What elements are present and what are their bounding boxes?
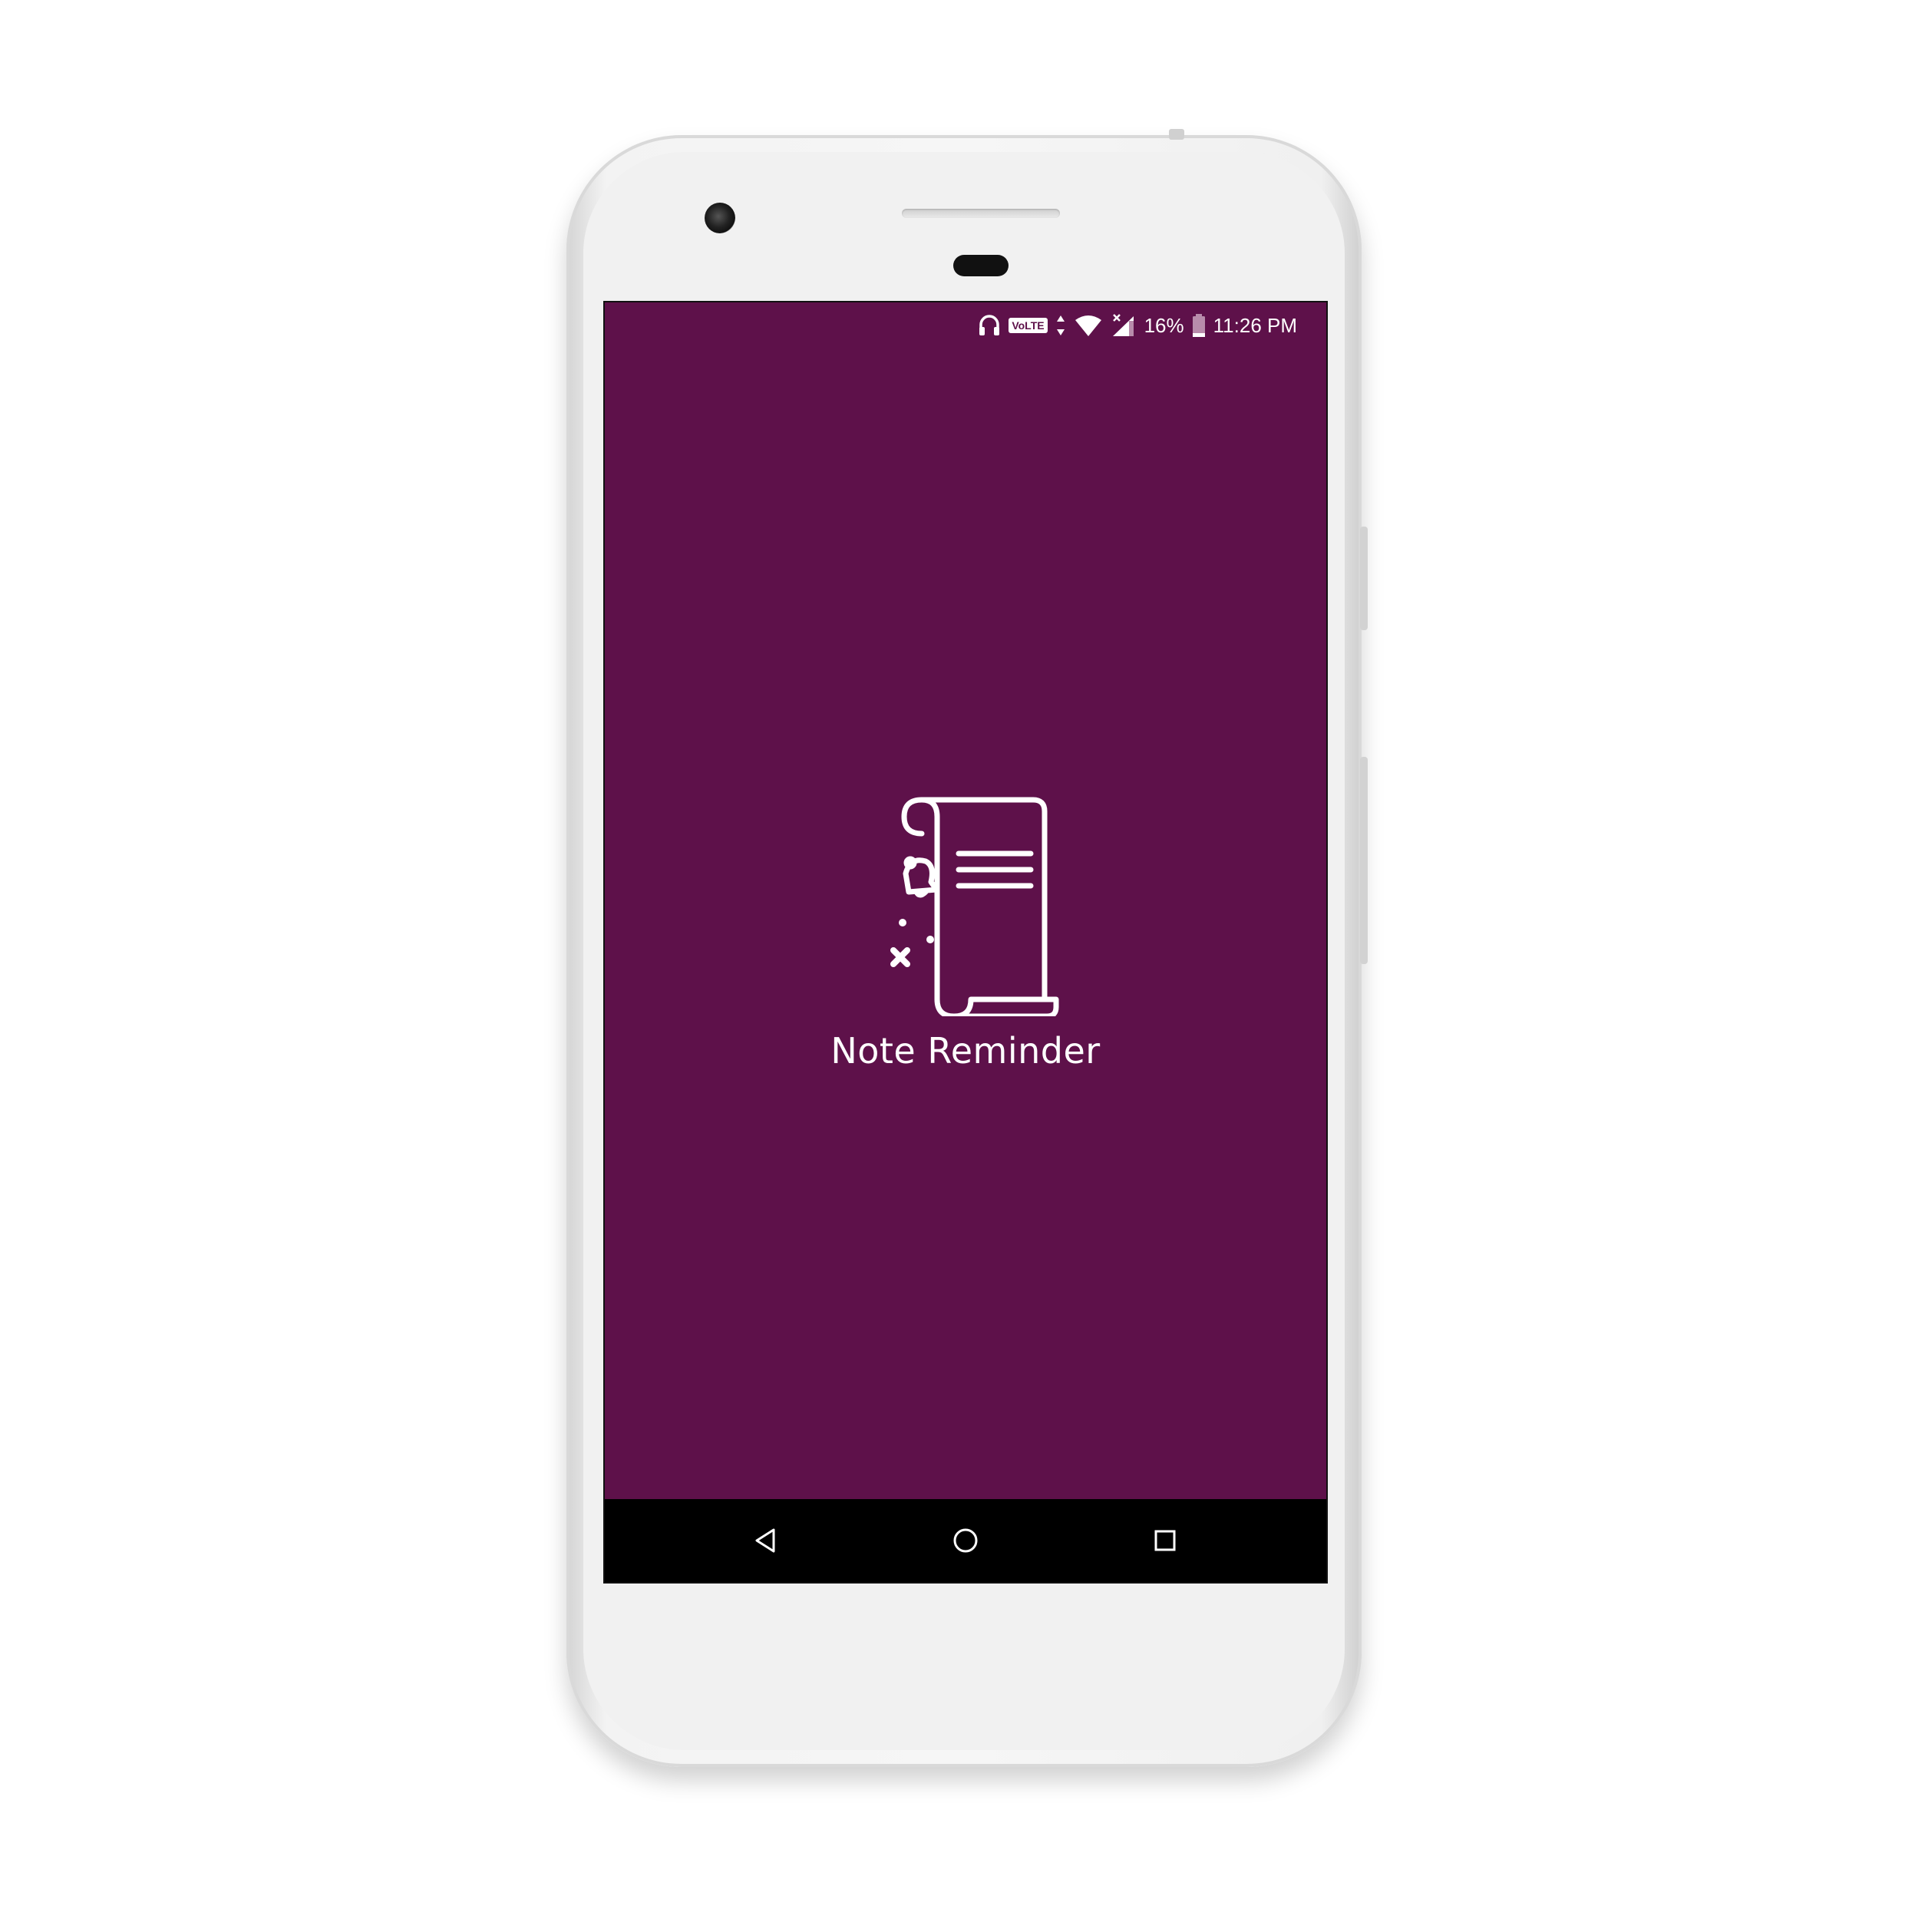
app-name: Note Reminder	[830, 1030, 1101, 1072]
phone-screen: VoLTE 16% 11:26 PM Note Reminder	[603, 301, 1328, 1584]
volume-rocker	[1360, 757, 1368, 964]
earpiece-speaker	[902, 209, 1060, 218]
scroll-note-with-bell-icon	[890, 797, 1059, 1016]
stage: VoLTE 16% 11:26 PM Note Reminder	[0, 0, 1928, 1932]
front-camera	[705, 203, 735, 233]
home-circle-icon	[953, 1528, 978, 1553]
power-button	[1360, 527, 1368, 630]
phone-top-button	[1169, 129, 1184, 140]
splash-content: Note Reminder	[605, 302, 1326, 1499]
home-button[interactable]	[943, 1518, 989, 1564]
back-triangle-icon	[755, 1528, 775, 1553]
recents-square-icon	[1154, 1530, 1176, 1551]
navigation-bar	[605, 1499, 1326, 1582]
proximity-sensor	[953, 255, 1009, 276]
recents-button[interactable]	[1142, 1518, 1188, 1564]
back-button[interactable]	[743, 1518, 789, 1564]
